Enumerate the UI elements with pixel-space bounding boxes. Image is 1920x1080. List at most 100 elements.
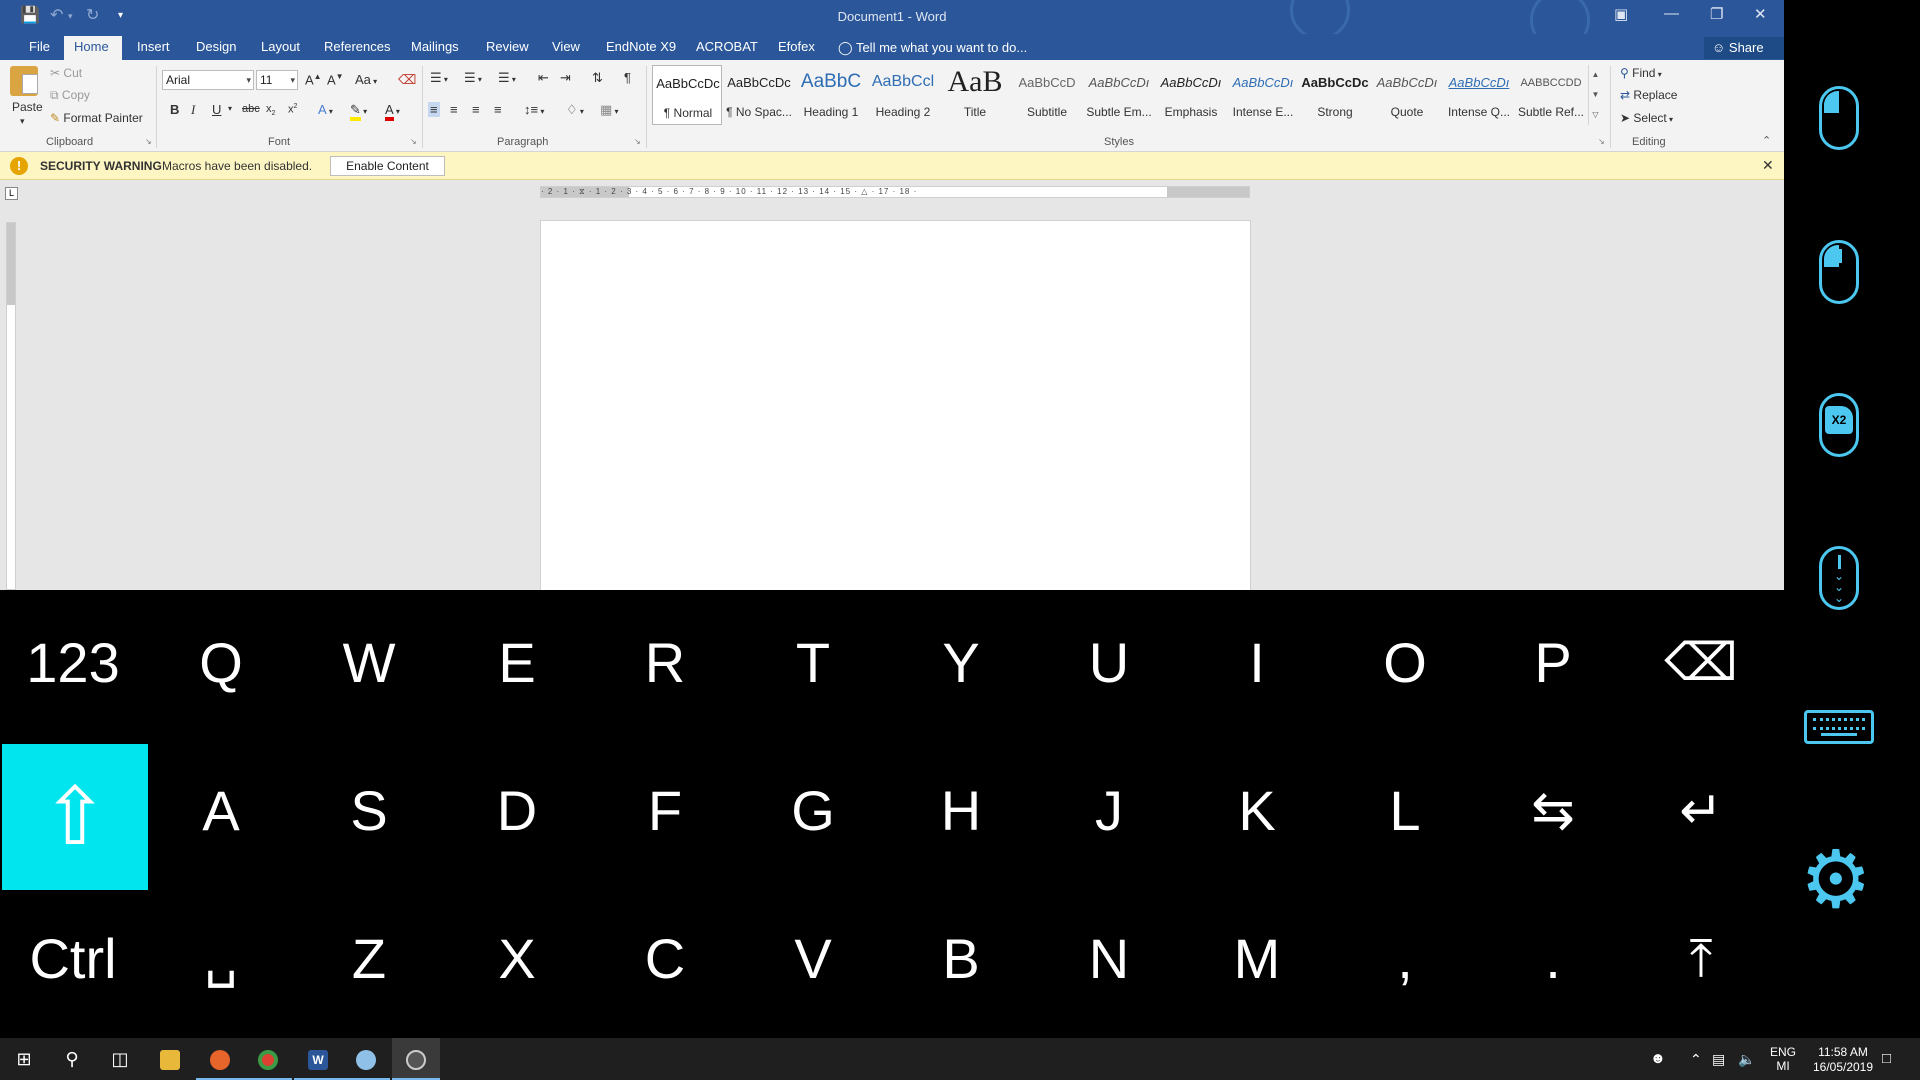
key-space[interactable]: ␣ [148,886,294,1032]
search-icon[interactable]: ⚲ [48,1038,96,1080]
key-e[interactable]: E [444,590,590,736]
sort-icon[interactable]: ⇅ [592,70,603,86]
people-icon[interactable]: ☻ [1650,1038,1666,1080]
firefox-icon[interactable] [196,1038,244,1080]
highlight-icon[interactable]: ✎ ▾ [350,102,367,121]
file-explorer-icon[interactable] [146,1038,194,1080]
font-name-combo[interactable]: Arial ▾ [162,70,254,90]
input-language[interactable]: ENG MI [1765,1045,1801,1073]
vertical-ruler[interactable] [6,222,16,590]
tab-selector[interactable]: L [5,187,18,200]
tab-design[interactable]: Design [186,38,246,60]
key-shift[interactable]: ⇧ [2,744,148,890]
line-spacing-icon[interactable]: ↕≡ ▾ [524,102,544,117]
align-left-icon[interactable]: ≡ [428,102,440,117]
paste-button[interactable] [10,66,44,102]
key-ctrl[interactable]: Ctrl [0,886,146,1032]
tab-acrobat[interactable]: ACROBAT [686,38,768,60]
shading-icon[interactable]: ♢ ▾ [566,102,584,118]
volume-icon[interactable]: 🔈 [1738,1038,1755,1080]
align-right-icon[interactable]: ≡ [472,102,480,117]
style-intense-emphasis[interactable]: AaBbCcDı Intense E... [1228,65,1298,125]
key-period[interactable]: . [1480,886,1626,1032]
restore-icon[interactable]: ❐ [1710,5,1723,23]
cut-button[interactable]: ✂ Cut [50,66,82,80]
style-subtitle[interactable]: AaBbCcD Subtitle [1012,65,1082,125]
clock[interactable]: 11:58 AM 16/05/2019 [1808,1045,1878,1075]
key-n[interactable]: N [1036,886,1182,1032]
ribbon-display-options-icon[interactable]: ▣ [1614,5,1628,23]
double-click-icon[interactable]: X2 [1819,393,1859,457]
style-strong[interactable]: AaBbCcDc Strong [1300,65,1370,125]
font-color-icon[interactable]: A ▾ [385,102,400,121]
tab-review[interactable]: Review [476,38,539,60]
close-icon[interactable]: ✕ [1754,5,1767,23]
key-r[interactable]: R [592,590,738,736]
close-icon[interactable]: ✕ [1762,157,1774,174]
word-icon[interactable]: W [294,1038,342,1080]
copy-button[interactable]: ⧉ Copy [50,88,90,103]
style-intense-quote[interactable]: AaBbCcDı Intense Q... [1444,65,1514,125]
key-a[interactable]: A [148,738,294,884]
paste-dropdown-icon[interactable]: ▾ [20,116,25,127]
bullets-icon[interactable]: ☰ ▾ [430,70,448,86]
keyboard-icon[interactable] [1804,710,1874,744]
tab-home[interactable]: Home [64,36,122,60]
multilevel-list-icon[interactable]: ☰ ▾ [498,70,516,86]
tab-view[interactable]: View [542,38,590,60]
select-button[interactable]: ➤ Select ▾ [1620,111,1673,125]
increase-indent-icon[interactable]: ⇥ [560,70,571,86]
tab-efofex[interactable]: Efofex [768,38,825,60]
collapse-ribbon-icon[interactable]: ⌃ [1762,134,1771,147]
key-x[interactable]: X [444,886,590,1032]
show-hidden-icons-icon[interactable]: ⌃ [1690,1038,1702,1080]
style-subtle-emphasis[interactable]: AaBbCcDı Subtle Em... [1084,65,1154,125]
paint-icon[interactable] [342,1038,390,1080]
key-i[interactable]: I [1184,590,1330,736]
subscript-icon[interactable]: x2 [266,103,275,117]
style-heading-2[interactable]: AaBbCcl Heading 2 [868,65,938,125]
format-painter-button[interactable]: ✎ Format Painter [50,111,143,125]
key-z[interactable]: Z [296,886,442,1032]
style-no-spacing[interactable]: AaBbCcDc ¶ No Spac... [724,65,794,125]
justify-icon[interactable]: ≡ [494,102,502,117]
key-m[interactable]: M [1184,886,1330,1032]
font-size-combo[interactable]: 11 ▾ [256,70,298,90]
left-click-icon[interactable] [1819,86,1859,150]
font-launcher-icon[interactable]: ↘ [410,137,417,146]
minimize-icon[interactable]: — [1664,5,1679,22]
tab-file[interactable]: File [19,38,60,60]
align-center-icon[interactable]: ≡ [450,102,458,117]
key-w[interactable]: W [296,590,442,736]
text-effects-icon[interactable]: A ▾ [318,102,333,117]
gallery-more-icon[interactable]: ▽ [1589,105,1602,125]
key-o[interactable]: O [1332,590,1478,736]
borders-icon[interactable]: ▦ ▾ [600,102,619,118]
key-tab[interactable]: ⇆ [1480,738,1626,884]
key-u[interactable]: U [1036,590,1182,736]
key-h[interactable]: H [888,738,1034,884]
numbering-icon[interactable]: ☰ ▾ [464,70,482,86]
gallery-up-icon[interactable]: ▲ [1589,65,1602,85]
network-icon[interactable]: ▤ [1712,1038,1725,1080]
style-emphasis[interactable]: AaBbCcDı Emphasis [1156,65,1226,125]
key-comma[interactable]: , [1332,886,1478,1032]
document-page[interactable] [540,220,1251,590]
paste-label[interactable]: Paste [12,100,43,114]
key-v[interactable]: V [740,886,886,1032]
style-quote[interactable]: AaBbCcDı Quote [1372,65,1442,125]
key-backspace[interactable]: ⌫ [1628,590,1774,736]
strikethrough-icon[interactable]: abc [242,103,260,115]
tell-me-search[interactable]: ◯ Tell me what you want to do... [838,40,1027,56]
key-numbers[interactable]: 123 [0,590,146,736]
decrease-indent-icon[interactable]: ⇤ [538,70,549,86]
style-title[interactable]: AaB Title [940,65,1010,125]
key-l[interactable]: L [1332,738,1478,884]
bold-icon[interactable]: B [170,102,179,117]
eye-tracker-icon[interactable] [392,1038,440,1080]
clipboard-launcher-icon[interactable]: ↘ [145,137,152,146]
underline-dropdown-icon[interactable]: ▾ [228,104,232,113]
key-y[interactable]: Y [888,590,1034,736]
key-s[interactable]: S [296,738,442,884]
italic-icon[interactable]: I [191,102,195,118]
